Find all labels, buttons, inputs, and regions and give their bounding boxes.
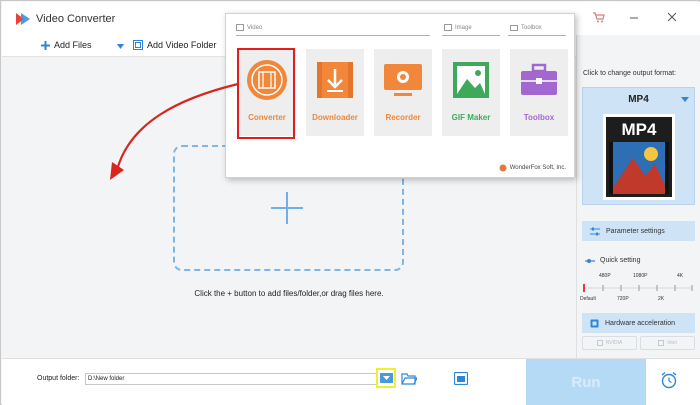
quick-setting-label: Quick setting	[600, 257, 641, 264]
video-section-divider	[236, 35, 430, 36]
section-video: Video	[236, 24, 262, 31]
output-format-selector[interactable]: MP4 MP4	[582, 87, 695, 205]
format-dropdown-icon[interactable]	[681, 97, 689, 102]
window-title: Video Converter	[36, 13, 116, 25]
hardware-acceleration-label: Hardware acceleration	[605, 319, 676, 327]
quality-slider[interactable]: 480P 1080P 4K Default 720P 2K	[577, 271, 700, 305]
gpu-option-intel-label: Intel	[667, 340, 677, 346]
add-video-folder-button[interactable]: Add Video Folder	[133, 40, 216, 50]
downloader-icon	[314, 59, 356, 101]
tile-recorder-label: Recorder	[385, 113, 421, 122]
tile-downloader-label: Downloader	[312, 113, 358, 122]
quick-setting-icon	[585, 258, 595, 264]
toolbox-section-divider	[508, 35, 566, 36]
tick-720p: 720P	[617, 296, 629, 302]
checkbox-icon	[658, 340, 665, 346]
section-image-label: Image	[455, 24, 472, 31]
gpu-option-nvidia[interactable]: NVIDIA	[582, 336, 637, 350]
converter-highlight-box	[237, 48, 295, 139]
image-section-icon	[444, 24, 452, 31]
tile-recorder[interactable]: Recorder	[374, 49, 432, 136]
alarm-clock-icon[interactable]	[660, 371, 678, 389]
mp4-format-icon: MP4	[603, 114, 675, 200]
output-format-name: MP4	[628, 94, 649, 105]
change-format-label: Click to change output format:	[583, 70, 676, 77]
browse-folder-icon[interactable]	[401, 372, 417, 385]
folder-add-icon	[133, 40, 143, 50]
tick-2k: 2K	[658, 296, 665, 302]
add-files-dropdown-icon[interactable]	[117, 44, 124, 49]
toolbox-icon	[518, 59, 560, 101]
brand-footer: WonderFox Soft, Inc.	[499, 164, 566, 172]
tile-gif-maker-label: GIF Maker	[451, 113, 491, 122]
quick-setting-header: Quick setting	[585, 257, 640, 264]
dropdown-arrow-icon	[379, 373, 393, 383]
hardware-acceleration-button[interactable]: Hardware acceleration	[582, 313, 695, 333]
quality-slider-track[interactable]	[583, 282, 693, 294]
app-logo-icon	[16, 13, 30, 25]
checkbox-icon	[596, 340, 603, 346]
add-video-folder-label: Add Video Folder	[147, 40, 217, 50]
output-folder-dropdown-button[interactable]	[376, 368, 396, 388]
tick-1080p: 1080P	[633, 273, 648, 279]
close-icon[interactable]	[667, 12, 677, 22]
open-output-folder-icon[interactable]	[454, 372, 468, 385]
add-files-button[interactable]: Add Files	[41, 40, 92, 50]
parameter-settings-button[interactable]: Parameter settings	[582, 221, 695, 241]
tile-downloader[interactable]: Downloader	[306, 49, 364, 136]
tick-4k: 4K	[677, 273, 684, 279]
gpu-option-intel[interactable]: Intel	[640, 336, 695, 350]
run-button[interactable]: Run	[526, 359, 646, 405]
bottom-bar: Output folder: D:\New folder Run	[2, 358, 700, 405]
gif-maker-icon	[450, 59, 492, 101]
wonderfox-logo-icon	[499, 164, 507, 172]
mp4-format-icon-text: MP4	[622, 120, 658, 139]
output-folder-input[interactable]: D:\New folder	[85, 373, 395, 385]
section-toolbox-label: Toolbox	[521, 24, 542, 31]
dropzone-hint: Click the + button to add files/folder,o…	[194, 289, 384, 298]
output-settings-panel: Click to change output format: MP4 MP4 P…	[576, 35, 700, 358]
plus-icon	[41, 40, 50, 50]
tile-toolbox-label: Toolbox	[523, 113, 555, 122]
output-folder-label: Output folder:	[37, 375, 80, 382]
video-section-icon	[236, 24, 244, 31]
big-plus-icon-vertical[interactable]	[286, 192, 288, 224]
parameter-settings-label: Parameter settings	[606, 227, 665, 235]
tick-default: Default	[580, 296, 596, 302]
recorder-icon	[382, 59, 424, 101]
sliders-icon	[590, 227, 600, 236]
tile-toolbox[interactable]: Toolbox	[510, 49, 568, 136]
section-image: Image	[444, 24, 472, 31]
image-section-divider	[442, 35, 500, 36]
section-video-label: Video	[247, 24, 263, 31]
section-toolbox: Toolbox	[510, 24, 542, 31]
add-files-label: Add Files	[54, 40, 92, 50]
gpu-options: NVIDIA Intel	[582, 336, 695, 350]
brand-name: WonderFox Soft, Inc.	[509, 165, 566, 171]
gpu-option-nvidia-label: NVIDIA	[605, 340, 623, 346]
minimize-icon[interactable]	[629, 12, 639, 22]
chip-icon	[590, 319, 599, 328]
tick-480p: 480P	[599, 273, 611, 279]
toolbox-section-icon	[510, 24, 518, 31]
cart-icon[interactable]	[593, 12, 605, 23]
tile-gif-maker[interactable]: GIF Maker	[442, 49, 500, 136]
